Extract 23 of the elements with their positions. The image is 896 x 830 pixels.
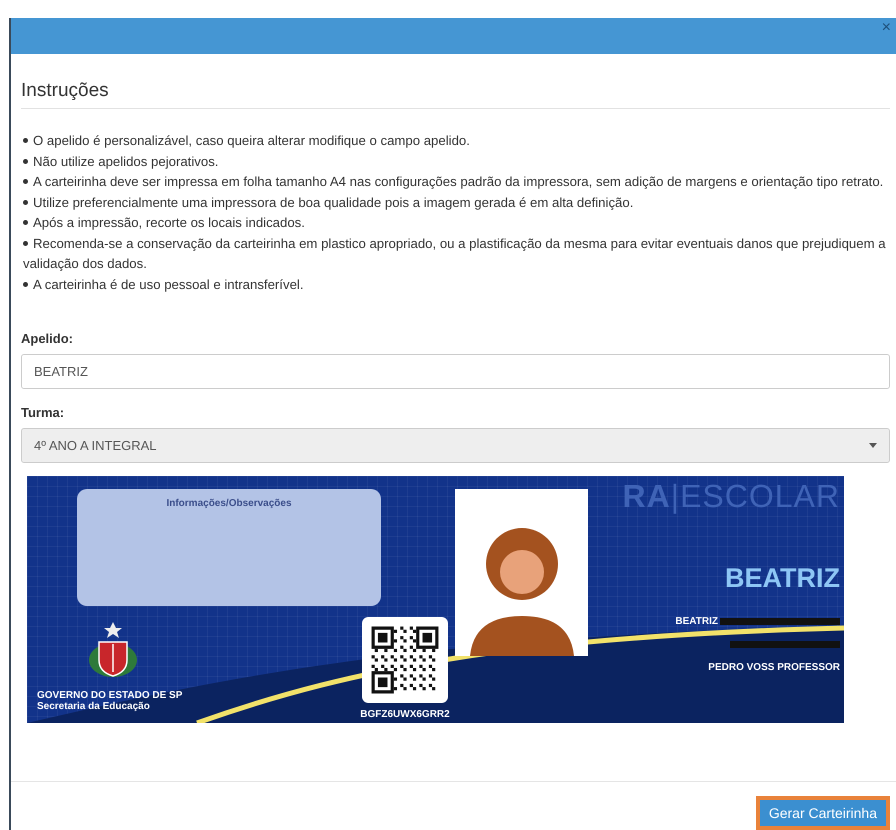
instruction-text: O apelido é personalizável, caso queira alterar modifique o campo apelido. — [21, 131, 890, 152]
instruction-text: A carteirinha é de uso pessoal e intransferível. — [21, 274, 890, 295]
caret-icon — [869, 443, 877, 448]
teacher-name: PEDRO VOSS PROFESSOR — [708, 662, 840, 673]
instruction-text: Após a impressão, recorte os locais indicados. — [21, 213, 890, 234]
instruction-text: A carteirinha deve ser impressa em folha tamanho A4 nas configurações padrão da impressora, sem adição de margens e orientação tipo retrato. — [21, 172, 890, 192]
government-text: GOVERNO DO ESTADO DE SP — [37, 690, 184, 701]
coat-of-arms-icon — [87, 622, 139, 678]
card-code: BGFZ6UWX6GRR2 — [360, 709, 450, 720]
instruction-text: Recomenda-se a conservação da carteirinha em plastico apropriado, ou a plastificação da mesma para evitar eventuais danos que prejudiquem a validação dos dados. — [21, 234, 890, 274]
notes-title: Informações/Observações — [166, 498, 292, 510]
nickname-input[interactable]: BEATRIZ — [21, 354, 890, 389]
field-label: Apelido: — [21, 331, 74, 346]
class-dropdown[interactable]: 4º ANO A INTEGRAL — [21, 428, 890, 463]
department-text: Secretaria da Educação — [37, 701, 151, 712]
instruction-text: Não utilize apelidos pejorativos. — [21, 152, 890, 172]
field-label: Turma: — [21, 405, 66, 420]
qr-code-icon — [362, 617, 448, 703]
generate-card-button[interactable]: Gerar Carteirinha — [756, 796, 890, 830]
card-nickname: BEATRIZ — [725, 563, 840, 594]
modal-title: Instruções — [21, 54, 890, 109]
student-name: BEATRIZ — [675, 616, 718, 627]
instruction-text: Utilize preferencialmente uma impressora de boa qualidade pois a imagem gerada é em alta definição. — [21, 192, 890, 213]
